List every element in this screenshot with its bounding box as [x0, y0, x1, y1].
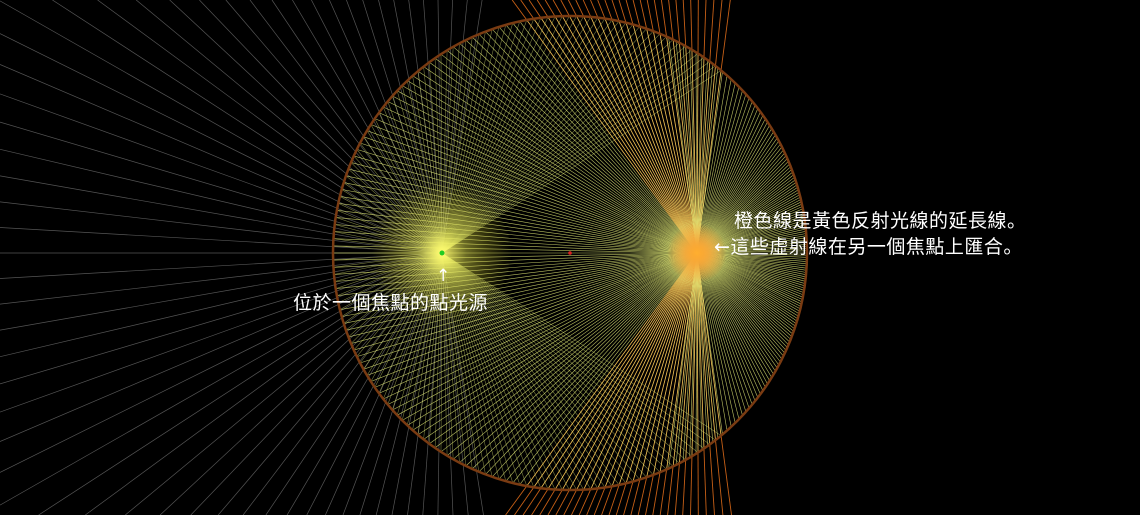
reflected-ray	[597, 108, 759, 489]
escaping-ray	[0, 64, 443, 254]
reflected-ray	[519, 143, 781, 485]
mirror-center-point	[568, 251, 572, 255]
reflected-ray	[512, 146, 783, 484]
reflected-ray	[512, 22, 783, 360]
escaping-ray	[0, 252, 443, 473]
escaping-ray	[0, 252, 443, 442]
virtual-rays-caption-line2: ←這些虛射線在另一個焦點上匯合。	[714, 236, 1023, 258]
source-pointer-arrow: ↑	[436, 266, 451, 286]
light-source-point	[439, 250, 445, 256]
reflected-ray	[519, 21, 781, 363]
virtual-rays-caption-line1: 橙色線是黃色反射光線的延長線。	[734, 210, 1027, 232]
light-source-caption: 位於一個焦點的點光源	[293, 292, 489, 314]
virtual-rays-caption: 橙色線是黃色反射光線的延長線。 ←這些虛射線在另一個焦點上匯合。	[714, 208, 1027, 260]
reflected-ray	[459, 43, 792, 337]
escaping-ray	[0, 33, 443, 254]
